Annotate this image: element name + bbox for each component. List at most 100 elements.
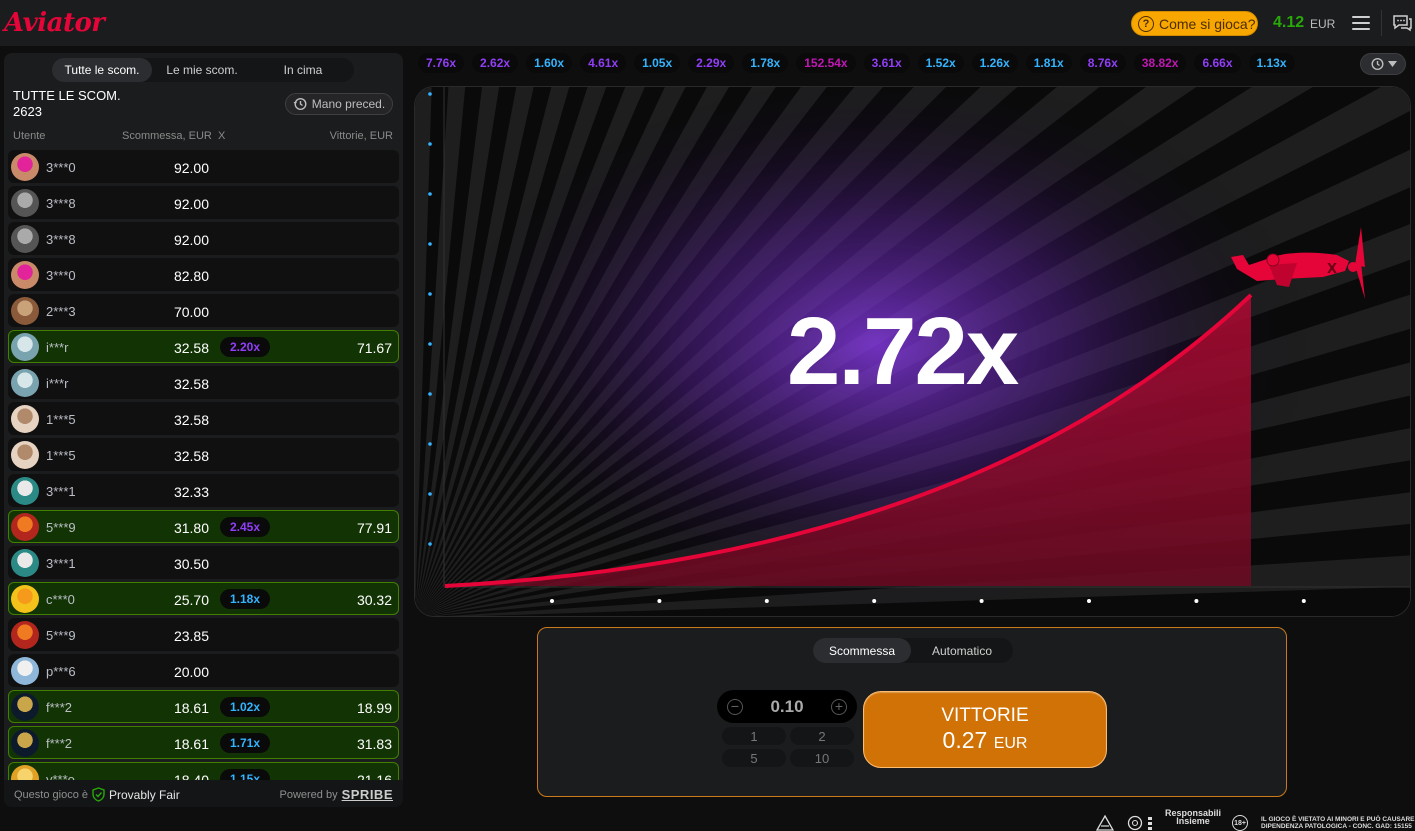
y-axis-dot — [428, 342, 432, 346]
y-axis-dot — [428, 92, 432, 96]
avatar — [11, 657, 39, 685]
top-header: Aviator ? Come si gioca? 4.12 EUR — [0, 0, 1415, 46]
history-multiplier[interactable]: 4.61x — [580, 53, 627, 73]
quick-amount-2[interactable]: 2 — [790, 727, 854, 745]
row-username: f***2 — [46, 736, 73, 751]
row-multiplier: 1.18x — [220, 589, 271, 609]
row-bet: 70.00 — [173, 304, 209, 320]
quick-amount-1[interactable]: 1 — [722, 727, 786, 745]
row-bet: 31.80 — [173, 520, 209, 536]
avatar — [11, 369, 39, 397]
history-multiplier[interactable]: 6.66x — [1194, 53, 1241, 73]
tab-auto[interactable]: Automatico — [911, 638, 1013, 663]
chevron-down-icon — [1387, 61, 1397, 67]
x-axis-dot — [1301, 599, 1306, 603]
row-username: c***0 — [46, 592, 75, 607]
table-row: y***o 18.40 1.15x 21.16 — [8, 762, 399, 780]
age-badge: 18+ — [1232, 815, 1248, 831]
history-multiplier[interactable]: 1.60x — [526, 53, 573, 73]
table-row: 3***1 32.33 — [8, 474, 399, 507]
svg-text:X: X — [1327, 262, 1337, 277]
history-multiplier[interactable]: 1.52x — [917, 53, 964, 73]
column-user: Utente — [13, 130, 46, 142]
y-axis-dot — [428, 542, 432, 546]
avatar — [11, 225, 39, 253]
spribe-logo: SPRIBE — [341, 787, 393, 802]
bets-panel: Tutte le scom. Le mie scom. In cima TUTT… — [4, 53, 403, 807]
quick-amount-10[interactable]: 10 — [790, 749, 854, 767]
avatar — [11, 729, 39, 757]
history-multiplier[interactable]: 2.29x — [688, 53, 735, 73]
cashout-currency: EUR — [993, 735, 1028, 752]
row-bet: 25.70 — [173, 592, 209, 608]
all-bets-header: TUTTE LE SCOM. 2623 — [13, 88, 121, 120]
tab-all-bets[interactable]: Tutte le scom. — [52, 58, 152, 82]
row-bet: 82.80 — [173, 268, 209, 284]
avatar — [11, 297, 39, 325]
history-multiplier[interactable]: 1.81x — [1025, 53, 1072, 73]
table-row: 5***9 23.85 — [8, 618, 399, 651]
table-row: 3***0 92.00 — [8, 150, 399, 183]
tab-top[interactable]: In cima — [252, 58, 354, 82]
history-multiplier[interactable]: 1.26x — [971, 53, 1018, 73]
table-row: c***0 25.70 1.18x 30.32 — [8, 582, 399, 615]
seal-logo-icon — [1127, 815, 1143, 831]
plus-icon[interactable]: + — [831, 698, 847, 715]
y-axis-dot — [428, 392, 432, 396]
y-axis-dot — [428, 242, 432, 246]
history-multiplier[interactable]: 1.05x — [634, 53, 681, 73]
history-multiplier[interactable]: 1.13x — [1248, 53, 1295, 73]
history-multiplier[interactable]: 8.76x — [1079, 53, 1126, 73]
cashout-button[interactable]: VITTORIE 0.27 EUR — [863, 691, 1107, 768]
row-bet: 30.50 — [173, 556, 209, 572]
history-multiplier[interactable]: 3.61x — [863, 53, 910, 73]
aviator-logo: Aviator — [4, 8, 105, 38]
row-multiplier: 1.02x — [220, 697, 271, 717]
row-username: p***6 — [46, 664, 76, 679]
minus-icon[interactable]: − — [727, 698, 743, 715]
avatar — [11, 333, 39, 361]
table-row: i***r 32.58 — [8, 366, 399, 399]
row-username: 3***8 — [46, 232, 76, 247]
bet-amount-value[interactable]: 0.10 — [770, 697, 803, 717]
history-icon — [1370, 57, 1384, 71]
row-bet: 32.33 — [173, 484, 209, 500]
how-to-play-button[interactable]: ? Come si gioca? — [1131, 11, 1258, 36]
history-multiplier[interactable]: 1.78x — [742, 53, 789, 73]
row-bet: 18.61 — [173, 736, 209, 752]
bet-amount-stepper[interactable]: − 0.10 + — [717, 690, 857, 723]
history-multiplier[interactable]: 38.82x — [1133, 53, 1187, 73]
avatar — [11, 153, 39, 181]
menu-icon[interactable] — [1352, 16, 1370, 30]
row-multiplier: 1.71x — [220, 733, 271, 753]
history-multiplier[interactable]: 2.62x — [472, 53, 519, 73]
previous-hand-button[interactable]: Mano preced. — [285, 93, 393, 115]
history-multiplier[interactable]: 7.76x — [418, 53, 465, 73]
row-win: 21.16 — [356, 772, 392, 780]
avatar — [11, 513, 39, 541]
row-username: 5***9 — [46, 520, 76, 535]
balance-amount: 4.12 — [1273, 14, 1305, 31]
avatar — [11, 621, 39, 649]
table-row: 1***5 32.58 — [8, 402, 399, 435]
tab-bet[interactable]: Scommessa — [813, 638, 911, 663]
chat-icon[interactable] — [1392, 14, 1412, 32]
row-bet: 18.61 — [173, 700, 209, 716]
x-axis-dot — [764, 599, 769, 603]
tab-my-bets[interactable]: Le mie scom. — [152, 58, 252, 82]
provably-fair-label: Provably Fair — [109, 787, 180, 802]
current-multiplier: 2.72x — [787, 298, 1019, 405]
row-bet: 23.85 — [173, 628, 209, 644]
powered-label: Powered by — [279, 788, 338, 801]
row-username: f***2 — [46, 700, 73, 715]
row-bet: 92.00 — [173, 196, 209, 212]
table-row: 3***1 30.50 — [8, 546, 399, 579]
history-multiplier[interactable]: 152.54x — [796, 53, 856, 73]
provably-fair[interactable]: Questo gioco è Provably Fair — [14, 787, 180, 802]
row-username: 3***0 — [46, 268, 76, 283]
table-row: 2***3 70.00 — [8, 294, 399, 327]
quick-amount-5[interactable]: 5 — [722, 749, 786, 767]
history-dropdown-button[interactable] — [1360, 53, 1406, 75]
row-username: 1***5 — [46, 448, 76, 463]
x-axis-dot — [872, 599, 877, 603]
